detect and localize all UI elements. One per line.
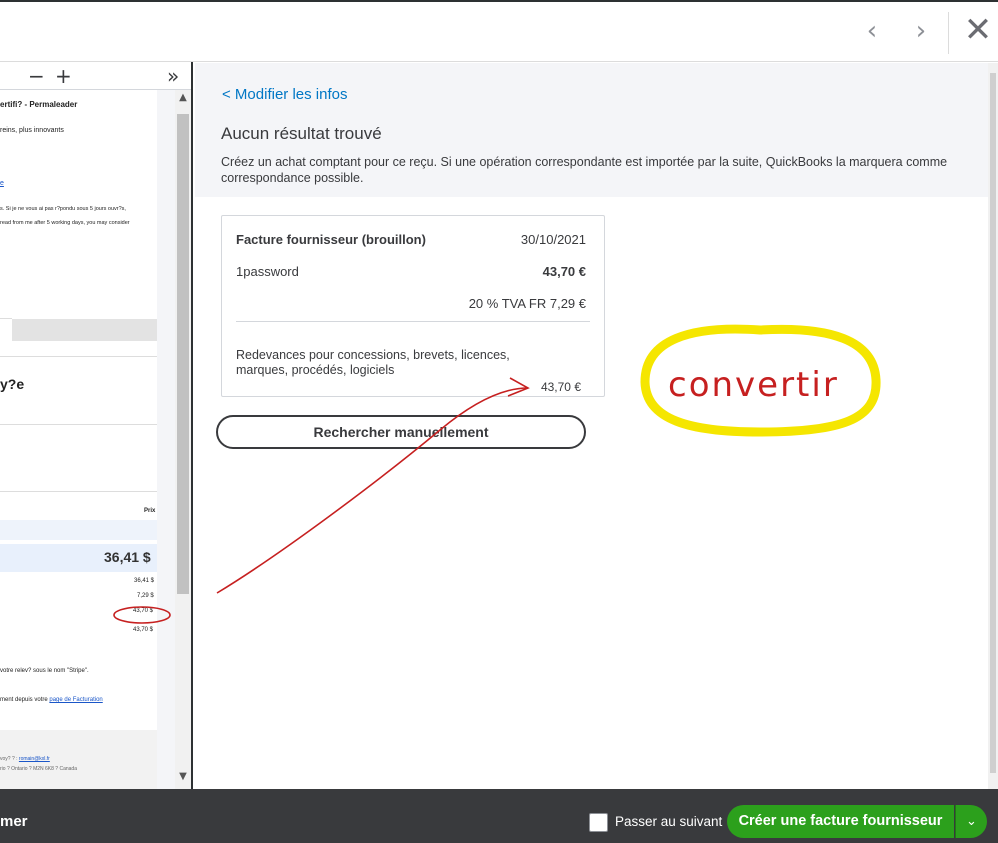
line-amount: 43,70 €	[540, 380, 581, 394]
skip-next-label[interactable]: Passer au suivant	[615, 814, 722, 829]
modal-header: ‹ › ✕	[0, 0, 998, 62]
category-label: Redevances pour concessions, brevets, li…	[236, 348, 510, 377]
header-divider	[948, 12, 949, 54]
card-vendor-row: 1password 43,70 €	[236, 264, 586, 279]
vendor-name: 1password	[236, 264, 299, 279]
receipt-line: s. Si je ne vous ai pas r?pondu sous 5 j…	[0, 206, 126, 212]
create-bill-button[interactable]: Créer une facture fournisseur	[727, 805, 954, 838]
receipt-box	[0, 318, 12, 340]
receipt-line: votre relev? sous le nom "Stripe".	[0, 668, 89, 674]
footer-left-button[interactable]: mer	[0, 813, 28, 830]
receipt-band	[12, 319, 157, 341]
receipt-divider	[0, 356, 157, 357]
preview-toolbar: − + »	[0, 62, 191, 90]
skip-next-checkbox[interactable]	[589, 813, 608, 832]
receipt-column-header: Prix	[144, 508, 156, 514]
scrollbar-thumb[interactable]	[990, 73, 996, 773]
receipt-footer-line: rio ? Ontario ? M2N 6K8 ? Canada	[0, 766, 77, 772]
receipt-line: ment depuis votre page de Facturation	[0, 697, 103, 703]
page-title: Aucun résultat trouvé	[221, 124, 382, 143]
receipt-preview-pane: − + » ertifi? - Permaleader reins, plus …	[0, 62, 193, 789]
receipt-divider	[0, 491, 157, 492]
yellow-highlight-circle	[640, 324, 881, 437]
receipt-link[interactable]: e	[0, 180, 4, 187]
previous-chevron-icon[interactable]: ‹	[857, 16, 887, 46]
receipt-heading: y?e	[0, 376, 25, 392]
zoom-in-icon[interactable]: +	[55, 64, 72, 88]
transaction-date: 30/10/2021	[520, 232, 586, 247]
draft-bill-card[interactable]: Facture fournisseur (brouillon) 30/10/20…	[221, 215, 605, 397]
email-link[interactable]: romain@kxl.fr	[19, 756, 50, 762]
edit-info-link[interactable]: < Modifier les infos	[222, 86, 347, 103]
receipt-band	[0, 520, 157, 540]
receipt-amount: 36,41 $	[134, 578, 155, 584]
scrollbar-thumb[interactable]	[177, 114, 189, 594]
card-header-row: Facture fournisseur (brouillon) 30/10/20…	[236, 232, 586, 247]
close-icon[interactable]: ✕	[960, 12, 996, 48]
panel-scrollbar[interactable]	[988, 63, 998, 789]
receipt-footer-line: voy? ? : romain@kxl.fr	[0, 756, 50, 762]
preview-scrollbar[interactable]: ▲ ▼	[175, 90, 191, 789]
receipt-total: 36,41 $	[104, 549, 151, 565]
receipt-amount: 43,70 $	[133, 608, 154, 614]
receipt-divider	[0, 424, 157, 425]
total-amount: 43,70 €	[542, 264, 586, 279]
search-manually-button[interactable]: Rechercher manuellement	[216, 415, 586, 449]
chevron-down-icon[interactable]: ⌄	[955, 805, 987, 838]
description-text: Créez un achat comptant pour ce reçu. Si…	[221, 155, 948, 185]
annotation-text: convertir	[668, 365, 839, 405]
zoom-out-icon[interactable]: −	[28, 64, 45, 88]
receipt-line: ertifi? - Permaleader	[0, 100, 78, 109]
billing-page-link[interactable]: page de Facturation	[49, 697, 102, 703]
scroll-down-icon[interactable]: ▼	[175, 771, 191, 787]
expand-icon[interactable]: »	[167, 64, 179, 88]
card-divider	[236, 321, 590, 322]
scroll-up-icon[interactable]: ▲	[175, 92, 191, 108]
receipt-line: read from me after 5 working days, you m…	[0, 220, 130, 226]
tax-amount: 20 % TVA FR 7,29 €	[468, 296, 586, 311]
receipt-line-text: ment depuis votre	[0, 697, 48, 703]
receipt-line: reins, plus innovants	[0, 127, 64, 134]
receipt-amount: 7,29 $	[137, 593, 154, 599]
next-chevron-icon[interactable]: ›	[906, 16, 936, 46]
transaction-type: Facture fournisseur (brouillon)	[236, 232, 426, 247]
receipt-document: ertifi? - Permaleader reins, plus innova…	[0, 90, 157, 789]
receipt-amount: 43,70 $	[133, 627, 154, 633]
receipt-footer-text: voy? ? :	[0, 756, 18, 762]
